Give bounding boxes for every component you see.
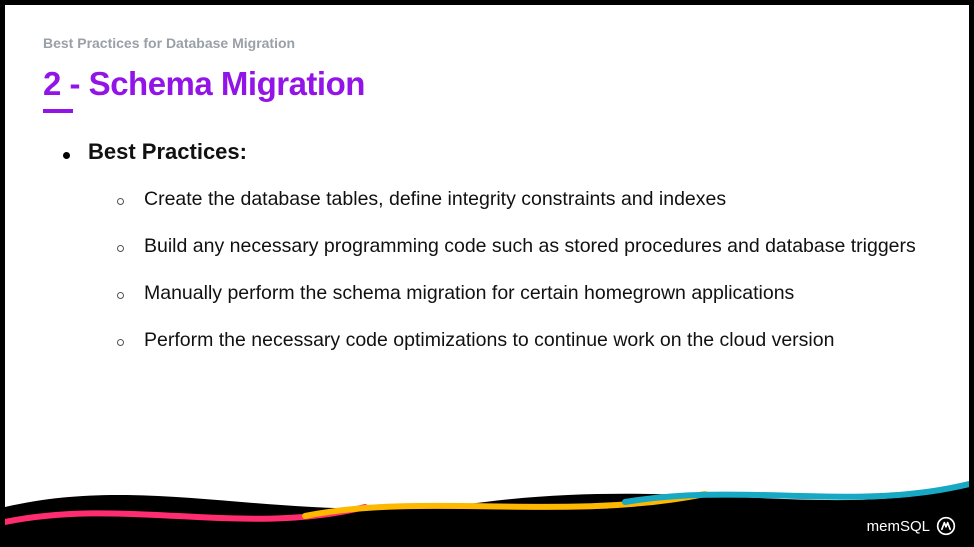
slide-title: 2 - Schema Migration (43, 65, 931, 103)
breadcrumb: Best Practices for Database Migration (43, 35, 931, 51)
hollow-bullet-icon (117, 292, 124, 299)
bullet-icon (63, 152, 70, 159)
section-heading: Best Practices: (88, 139, 247, 165)
hollow-bullet-icon (117, 198, 124, 205)
list-item: Perform the necessary code optimizations… (117, 324, 931, 357)
slide-container: Best Practices for Database Migration 2 … (5, 5, 969, 542)
list-item-text: Build any necessary programming code suc… (144, 230, 916, 263)
title-underline (43, 109, 73, 113)
slide-content: Best Practices: Create the database tabl… (43, 139, 931, 358)
list-item-text: Manually perform the schema migration fo… (144, 277, 794, 310)
hollow-bullet-icon (117, 245, 124, 252)
sub-bullet-list: Create the database tables, define integ… (63, 183, 931, 358)
brand-mark-icon (936, 516, 956, 536)
hollow-bullet-icon (117, 339, 124, 346)
brand-logo: memSQL (867, 516, 956, 536)
list-item-text: Create the database tables, define integ… (144, 183, 726, 216)
main-bullet-row: Best Practices: (63, 139, 931, 165)
list-item: Build any necessary programming code suc… (117, 230, 931, 263)
footer-wave (5, 452, 969, 542)
list-item-text: Perform the necessary code optimizations… (144, 324, 834, 357)
list-item: Create the database tables, define integ… (117, 183, 931, 216)
list-item: Manually perform the schema migration fo… (117, 277, 931, 310)
brand-name: memSQL (867, 518, 930, 535)
